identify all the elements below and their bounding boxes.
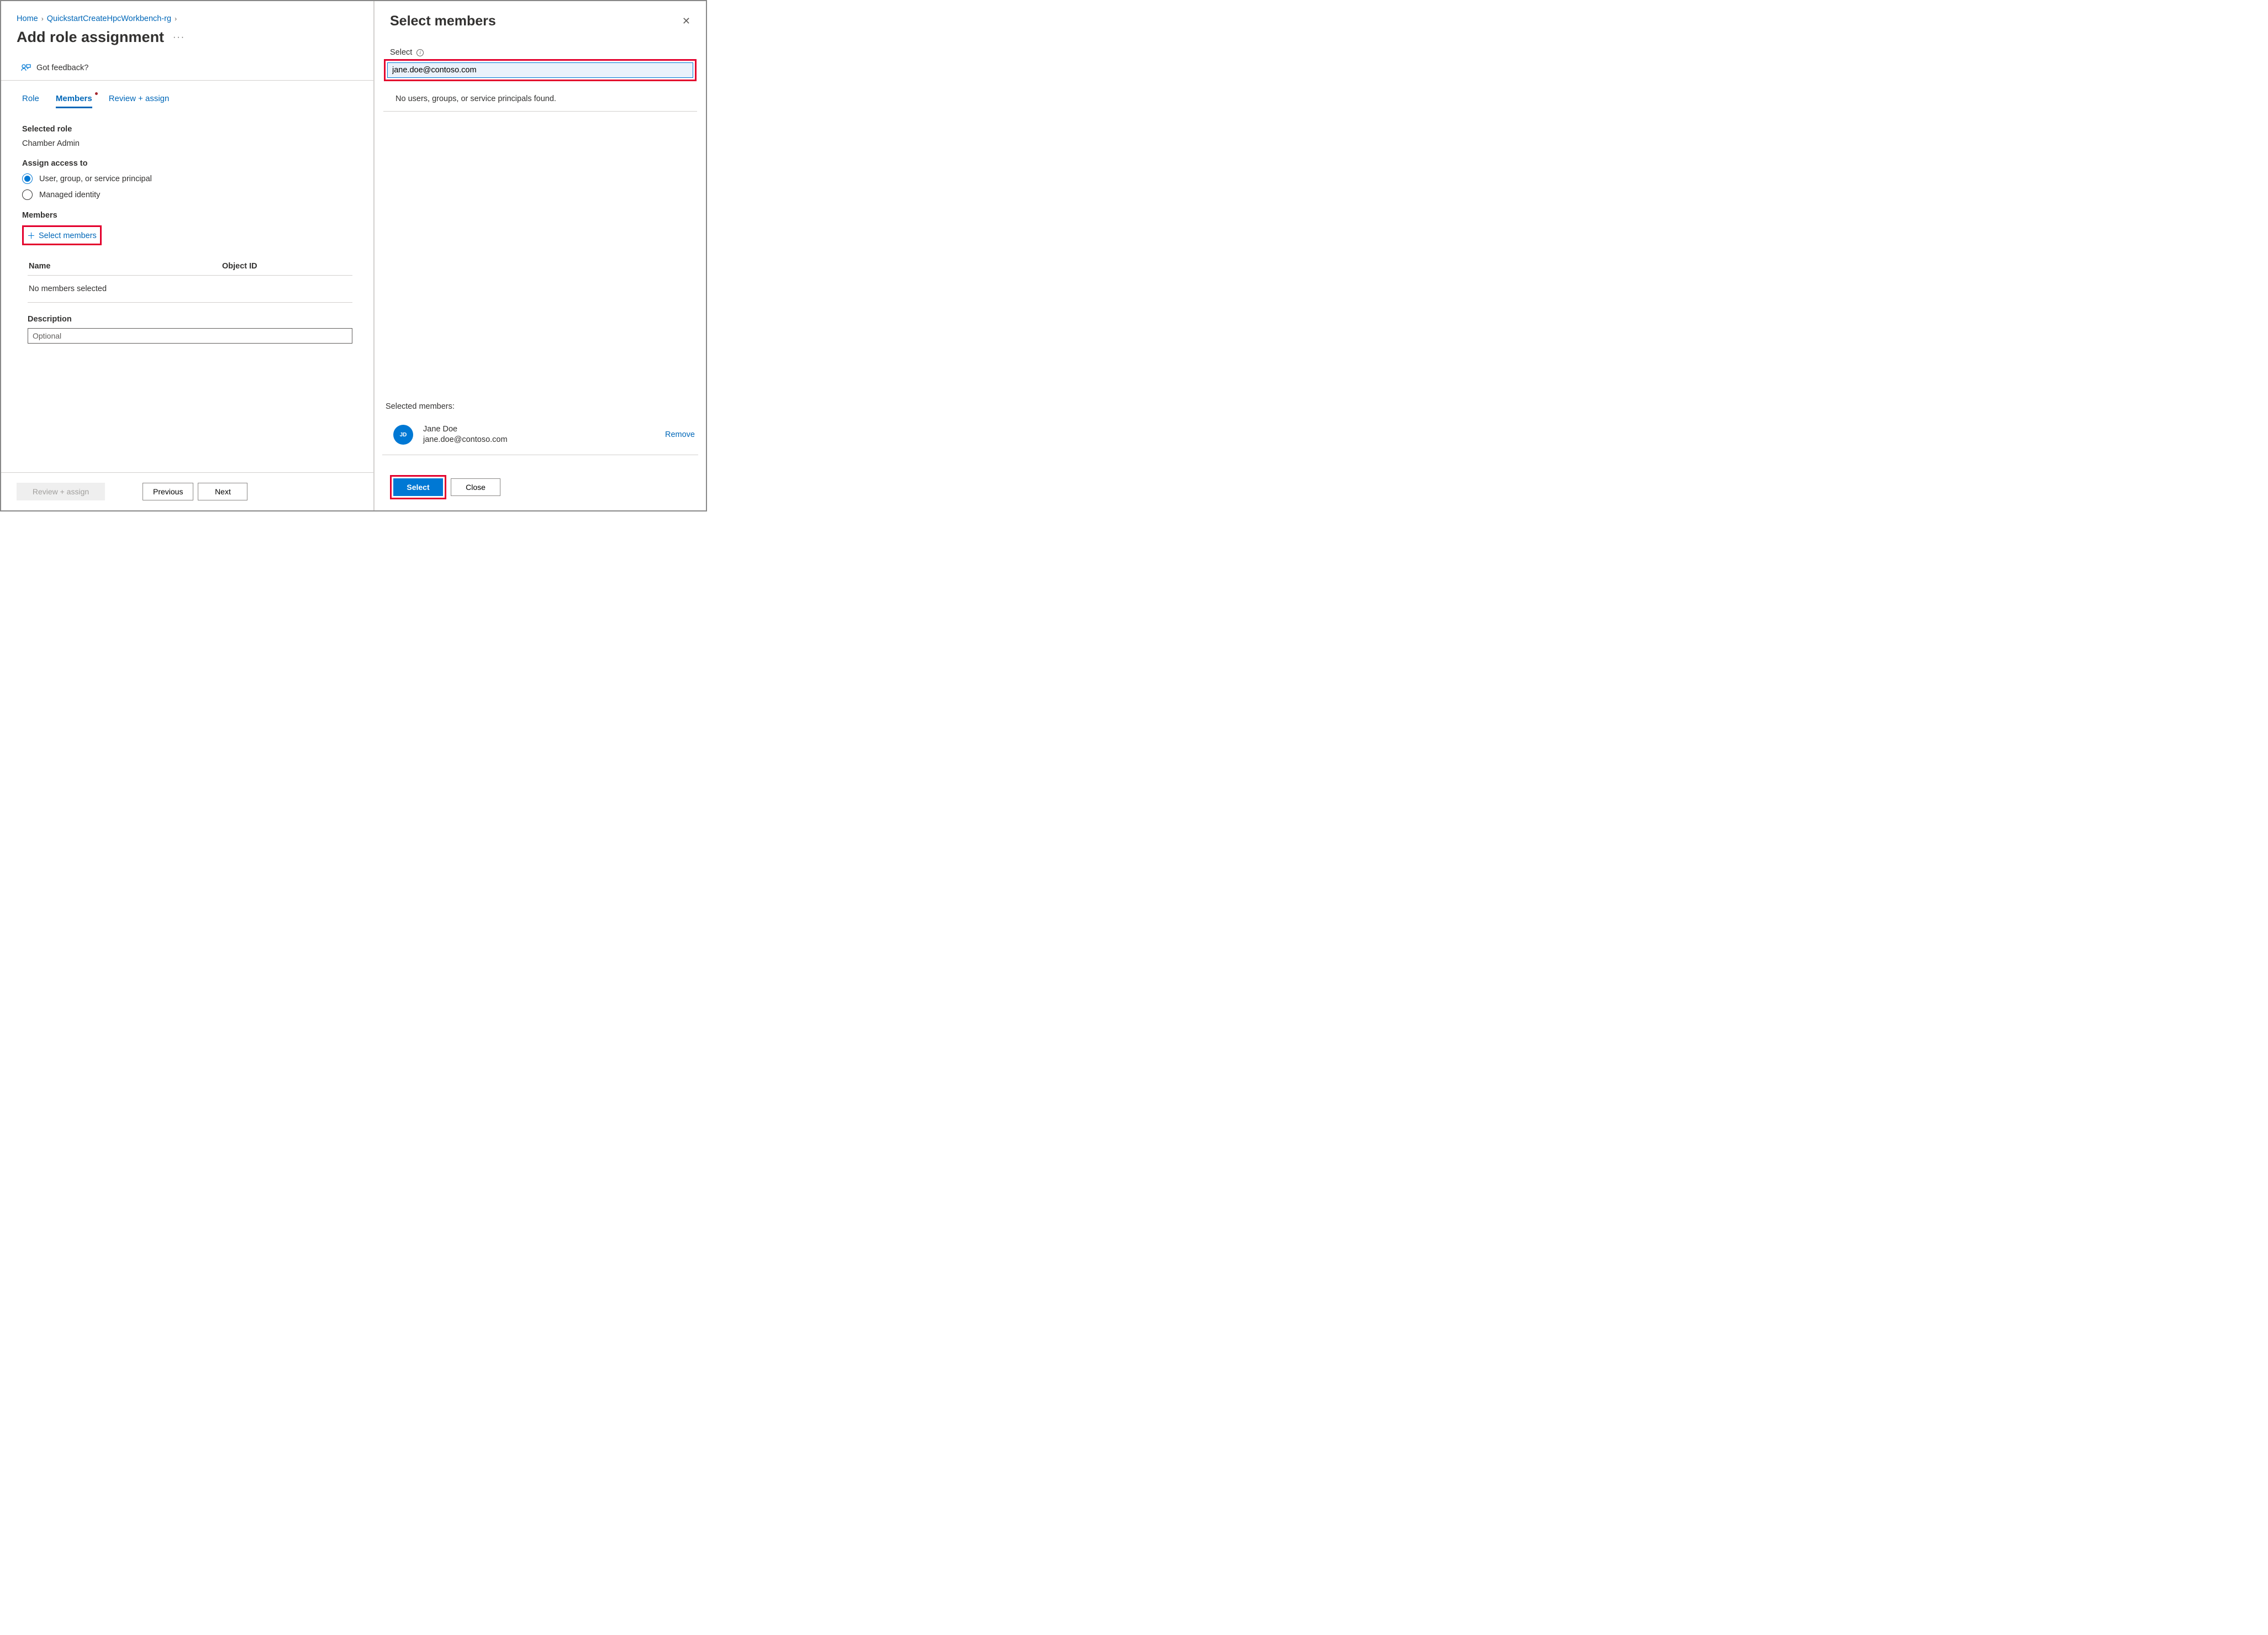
member-info: Jane Doe jane.doe@contoso.com (423, 424, 665, 446)
search-results-empty: No users, groups, or service principals … (383, 81, 697, 112)
radio-unchecked-icon (22, 189, 33, 200)
panel-header: Select members ✕ (375, 1, 706, 35)
feedback-icon (21, 64, 31, 72)
feedback-label: Got feedback? (36, 64, 88, 72)
members-table: Name Object ID No members selected (28, 257, 352, 303)
select-members-panel: Select members ✕ Select i No users, grou… (375, 1, 706, 510)
member-email: jane.doe@contoso.com (423, 435, 665, 446)
avatar: JD (393, 425, 413, 445)
page-title: Add role assignment (17, 29, 164, 46)
select-members-link[interactable]: ＋ Select members (24, 228, 100, 244)
tabs: Role Members Review + assign (1, 81, 373, 108)
highlight-select-members: ＋ Select members (22, 225, 102, 245)
select-button[interactable]: Select (393, 478, 443, 496)
breadcrumb-resource-group[interactable]: QuickstartCreateHpcWorkbench-rg (47, 14, 171, 23)
select-members-link-label: Select members (39, 231, 97, 240)
description-input-wrap (28, 328, 352, 344)
breadcrumb-home[interactable]: Home (17, 14, 38, 23)
tab-members[interactable]: Members (56, 94, 92, 108)
panel-body: Select i No users, groups, or service pr… (375, 35, 706, 510)
tab-review-assign[interactable]: Review + assign (109, 94, 170, 108)
form-body: Selected role Chamber Admin Assign acces… (1, 108, 373, 472)
tab-members-label: Members (56, 94, 92, 103)
bottom-bar: Review + assign Previous Next (1, 472, 373, 510)
select-label: Select (390, 48, 412, 57)
tab-indicator-dot (95, 92, 98, 95)
review-assign-button[interactable]: Review + assign (17, 483, 105, 500)
members-table-empty: No members selected (28, 276, 352, 303)
panel-spacer (382, 112, 698, 402)
assign-access-label: Assign access to (22, 159, 352, 168)
app-root: Home › QuickstartCreateHpcWorkbench-rg ›… (0, 0, 707, 511)
selected-member-row: JD Jane Doe jane.doe@contoso.com Remove (382, 419, 698, 455)
radio-managed-label: Managed identity (39, 191, 100, 199)
member-search-input[interactable] (387, 62, 693, 78)
members-label: Members (22, 211, 352, 220)
member-name: Jane Doe (423, 424, 665, 435)
radio-user-group-sp[interactable]: User, group, or service principal (22, 173, 352, 184)
more-menu[interactable]: ··· (173, 33, 185, 43)
close-button[interactable]: Close (451, 478, 500, 496)
radio-checked-icon (22, 173, 33, 184)
feedback-link[interactable]: Got feedback? (1, 56, 373, 81)
description-input[interactable] (28, 328, 352, 344)
panel-title: Select members (390, 13, 496, 29)
close-icon[interactable]: ✕ (682, 15, 690, 27)
col-name: Name (29, 262, 222, 271)
members-table-header: Name Object ID (28, 257, 352, 276)
page-title-row: Add role assignment ··· (1, 28, 373, 56)
panel-footer: Select Close (382, 466, 698, 510)
select-label-row: Select i (382, 48, 698, 59)
chevron-right-icon: › (41, 15, 44, 23)
selected-role-value: Chamber Admin (22, 139, 352, 148)
highlight-select-button: Select (390, 475, 446, 499)
radio-managed-identity[interactable]: Managed identity (22, 189, 352, 200)
highlight-search-input (384, 59, 697, 81)
radio-user-label: User, group, or service principal (39, 175, 152, 183)
description-label: Description (28, 315, 352, 324)
remove-member-link[interactable]: Remove (665, 430, 695, 439)
info-icon[interactable]: i (416, 49, 424, 56)
next-button[interactable]: Next (198, 483, 247, 500)
breadcrumb: Home › QuickstartCreateHpcWorkbench-rg › (1, 1, 373, 28)
tab-role[interactable]: Role (22, 94, 39, 108)
chevron-right-icon: › (175, 15, 177, 23)
previous-button[interactable]: Previous (143, 483, 193, 500)
main-pane: Home › QuickstartCreateHpcWorkbench-rg ›… (1, 1, 375, 510)
selected-members-label: Selected members: (382, 402, 698, 419)
plus-icon: ＋ (27, 232, 35, 240)
selected-role-label: Selected role (22, 125, 352, 134)
col-object-id: Object ID (222, 262, 351, 271)
